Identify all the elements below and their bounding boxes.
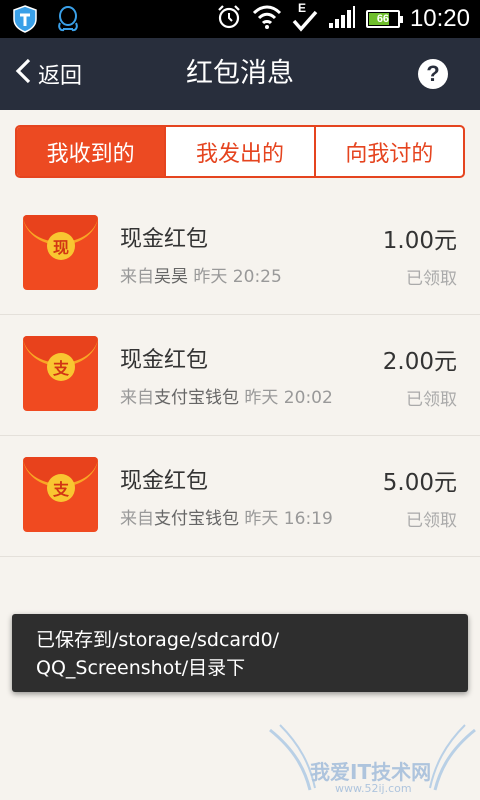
tab-requested[interactable]: 向我讨的 [313,127,463,176]
status-time: 10:20 [409,5,470,32]
item-subtitle: 来自吴昊 昨天 20:25 [120,262,282,287]
help-icon[interactable]: ? [418,59,448,89]
app-header: 返回 红包消息 ? [0,38,480,110]
toast-line-2: QQ_Screenshot/目录下 [36,657,246,679]
shield-icon [12,5,38,37]
battery-icon: 66 [365,10,403,28]
list-item[interactable]: 现 现金红包 来自吴昊 昨天 20:25 1.00元 已领取 [0,194,480,315]
tab-sent[interactable]: 我发出的 [164,127,313,176]
red-packet-seal: 现 [47,232,75,260]
red-packet-seal: 支 [47,353,75,381]
toast-line-1: 已保存到/storage/sdcard0/ [36,629,280,651]
toast-message: 已保存到/storage/sdcard0/ QQ_Screenshot/目录下 [12,614,468,692]
item-amount: 2.00元 [382,349,457,375]
item-subtitle: 来自支付宝钱包 昨天 16:19 [120,504,333,529]
item-amount: 5.00元 [382,470,457,496]
item-sender: 支付宝钱包 [154,509,239,529]
item-sender: 吴昊 [154,267,188,287]
from-prefix: 来自 [120,388,154,408]
tab-bar: 我收到的 我发出的 向我讨的 [15,125,465,178]
network-edge-icon: E [292,1,318,34]
alarm-icon [216,4,242,34]
item-title: 现金红包 [120,469,209,494]
item-time: 昨天 20:02 [244,388,333,408]
page-title: 红包消息 [186,58,294,89]
qq-penguin-icon [56,5,80,37]
item-sender: 支付宝钱包 [154,388,239,408]
from-prefix: 来自 [120,267,154,287]
list-item[interactable]: 支 现金红包 来自支付宝钱包 昨天 16:19 5.00元 已领取 [0,436,480,557]
signal-icon [328,5,356,33]
from-prefix: 来自 [120,509,154,529]
red-packet-seal: 支 [47,474,75,502]
item-status: 已领取 [406,269,457,289]
item-title: 现金红包 [120,348,209,373]
wifi-icon [252,4,282,34]
item-status: 已领取 [406,511,457,531]
red-packet-icon: 现 [23,215,98,290]
item-status: 已领取 [406,390,457,410]
item-time: 昨天 16:19 [244,509,333,529]
tab-received[interactable]: 我收到的 [17,127,165,176]
watermark-text: 我爱IT技术网 [310,760,432,784]
item-time: 昨天 20:25 [193,267,282,287]
item-subtitle: 来自支付宝钱包 昨天 20:02 [120,383,333,408]
red-packet-icon: 支 [23,457,98,532]
red-packet-list: 现 现金红包 来自吴昊 昨天 20:25 1.00元 已领取 支 现金红包 来自… [0,194,480,557]
list-item[interactable]: 支 现金红包 来自支付宝钱包 昨天 20:02 2.00元 已领取 [0,315,480,436]
watermark-url: www.52ij.com [335,782,412,795]
status-bar: E 66 10:20 [0,0,480,38]
watermark-logo: 我爱IT技术网 www.52ij.com [265,720,480,800]
red-packet-icon: 支 [23,336,98,411]
battery-level: 66 [376,13,390,25]
item-amount: 1.00元 [382,228,457,254]
item-title: 现金红包 [120,227,209,252]
